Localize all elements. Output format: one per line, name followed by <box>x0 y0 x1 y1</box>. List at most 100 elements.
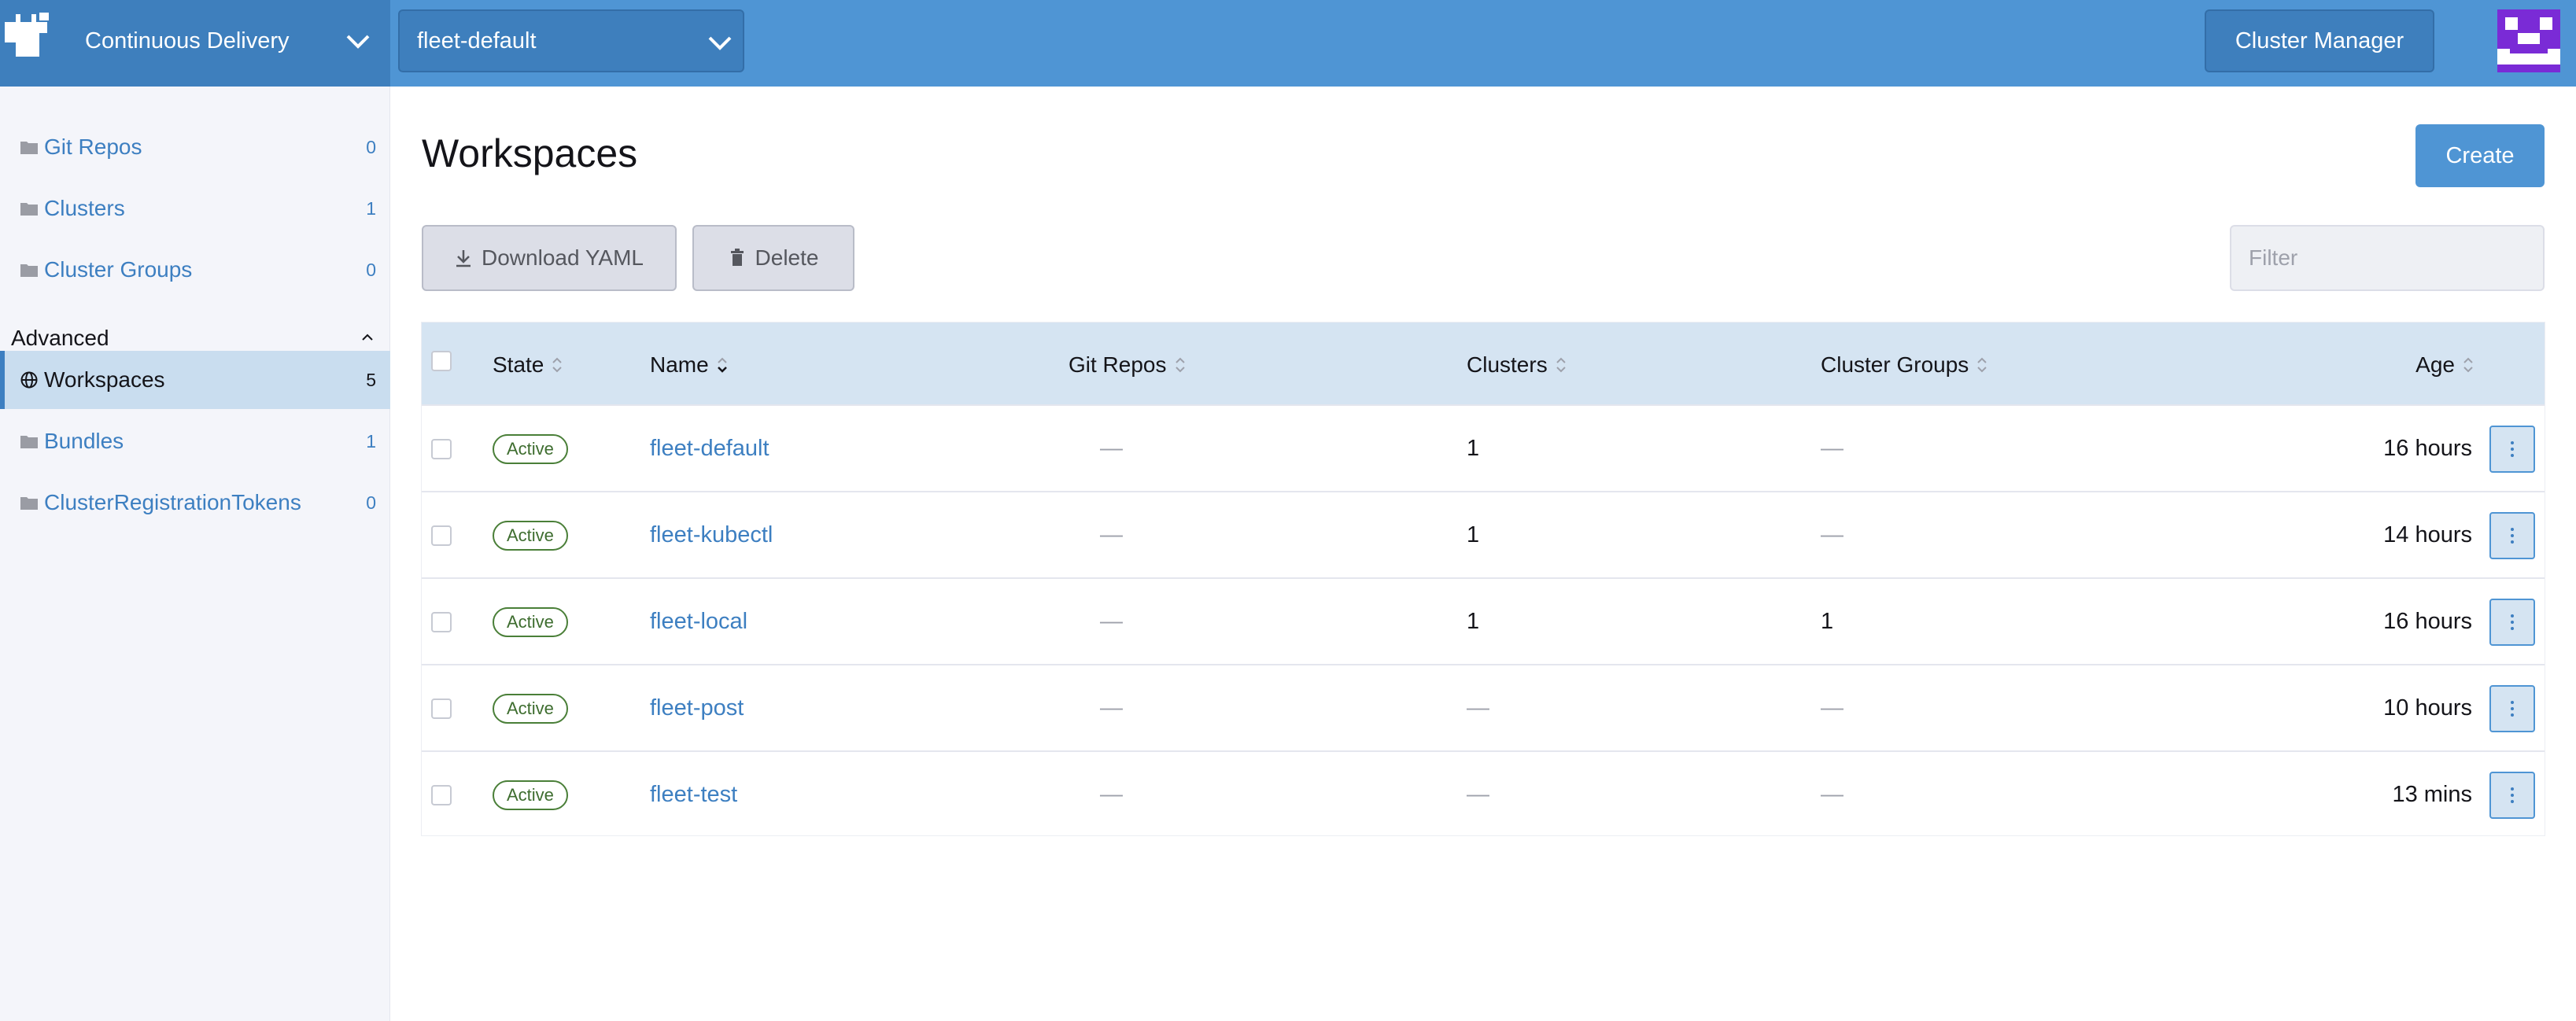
download-yaml-button[interactable]: Download YAML <box>422 225 677 291</box>
column-header-label: Age <box>2415 352 2455 377</box>
sort-icon <box>1556 357 1566 373</box>
cluster-groups-value: 1 <box>1821 609 1834 634</box>
row-actions-button[interactable] <box>2489 512 2535 559</box>
row-checkbox[interactable] <box>431 785 452 805</box>
table-row[interactable]: Active fleet-test — — — 13 mins <box>422 750 2545 837</box>
filter-input[interactable]: Filter <box>2230 225 2545 291</box>
column-header-name[interactable]: Name <box>650 352 728 378</box>
sort-icon <box>1977 357 1987 373</box>
table-row[interactable]: Active fleet-default — 1 — 16 hours <box>422 404 2545 491</box>
status-badge: Active <box>493 607 568 637</box>
fleet-logo-icon <box>5 13 49 57</box>
sidebar-item-label: ClusterRegistrationTokens <box>44 490 301 514</box>
workspace-name-link[interactable]: fleet-default <box>650 436 769 462</box>
sort-icon <box>1175 357 1185 373</box>
status-badge: Active <box>493 694 568 724</box>
table-header: State Name Git Repos Clusters Cluster Gr… <box>422 323 2545 404</box>
git-repos-value: — <box>1100 782 1123 807</box>
cluster-groups-value: — <box>1821 695 1843 721</box>
sort-icon <box>552 357 563 373</box>
sidebar-item-label: Bundles <box>44 429 124 453</box>
select-all-checkbox[interactable] <box>431 351 452 371</box>
workspaces-table: State Name Git Repos Clusters Cluster Gr… <box>422 323 2545 835</box>
sidebar-item-label: Cluster Groups <box>44 257 193 282</box>
sidebar-item-count: 0 <box>366 492 376 513</box>
folder-icon <box>20 142 38 154</box>
table-row[interactable]: Active fleet-kubectl — 1 — 14 hours <box>422 491 2545 577</box>
row-actions-button[interactable] <box>2489 599 2535 646</box>
git-repos-value: — <box>1100 609 1123 634</box>
main-content: Workspaces Create Download YAML Delete F… <box>390 87 2576 1021</box>
folder-icon <box>20 264 38 277</box>
folder-icon <box>20 203 38 216</box>
row-checkbox[interactable] <box>431 698 452 719</box>
column-header-label: State <box>493 352 544 377</box>
column-header-clusters[interactable]: Clusters <box>1467 352 1567 378</box>
download-yaml-label: Download YAML <box>482 245 644 270</box>
column-header-label: Git Repos <box>1068 352 1167 377</box>
row-actions-button[interactable] <box>2489 772 2535 819</box>
status-badge: Active <box>493 780 568 810</box>
age-value: 16 hours <box>2383 436 2472 461</box>
download-icon <box>456 250 471 267</box>
sidebar-item-git-repos[interactable]: Git Repos 0 <box>0 118 390 176</box>
workspace-name-link[interactable]: fleet-post <box>650 695 744 721</box>
sidebar-item-count: 5 <box>366 369 376 390</box>
sidebar-item-label: Git Repos <box>44 135 142 159</box>
row-checkbox[interactable] <box>431 612 452 632</box>
sidebar-item-label: Workspaces <box>44 367 165 392</box>
clusters-value: 1 <box>1467 436 1480 461</box>
column-header-label: Clusters <box>1467 352 1548 377</box>
folder-icon <box>20 497 38 510</box>
delete-label: Delete <box>755 245 819 270</box>
age-value: 16 hours <box>2383 609 2472 634</box>
workspace-select[interactable]: fleet-default <box>398 9 744 72</box>
product-switcher[interactable]: Continuous Delivery <box>0 0 390 87</box>
age-value: 10 hours <box>2383 695 2472 721</box>
kebab-menu-icon <box>2511 701 2514 717</box>
table-row[interactable]: Active fleet-local — 1 1 16 hours <box>422 577 2545 664</box>
column-header-state[interactable]: State <box>493 352 563 378</box>
column-header-cluster-groups[interactable]: Cluster Groups <box>1821 352 1987 378</box>
workspace-name-link[interactable]: fleet-test <box>650 782 737 808</box>
column-header-label: Cluster Groups <box>1821 352 1969 377</box>
workspace-select-value: fleet-default <box>417 28 537 53</box>
row-checkbox[interactable] <box>431 525 452 546</box>
cluster-groups-value: — <box>1821 522 1843 547</box>
sidebar-item-clusters[interactable]: Clusters 1 <box>0 179 390 238</box>
delete-button[interactable]: Delete <box>692 225 854 291</box>
table-row[interactable]: Active fleet-post — — — 10 hours <box>422 664 2545 750</box>
column-header-age[interactable]: Age <box>2415 352 2474 378</box>
clusters-value: — <box>1467 695 1489 721</box>
user-avatar[interactable] <box>2497 9 2560 72</box>
cluster-groups-value: — <box>1821 436 1843 461</box>
cluster-manager-button[interactable]: Cluster Manager <box>2205 9 2434 72</box>
sidebar-item-count: 0 <box>366 259 376 280</box>
kebab-menu-icon <box>2511 614 2514 630</box>
globe-icon <box>20 371 38 389</box>
sort-desc-icon <box>717 357 727 373</box>
trash-icon <box>730 249 744 266</box>
row-checkbox[interactable] <box>431 439 452 459</box>
cluster-groups-value: — <box>1821 782 1843 807</box>
sidebar-group-label: Advanced <box>11 326 109 350</box>
kebab-menu-icon <box>2511 787 2514 803</box>
git-repos-value: — <box>1100 436 1123 461</box>
create-button[interactable]: Create <box>2415 124 2545 187</box>
sidebar-item-cluster-groups[interactable]: Cluster Groups 0 <box>0 241 390 299</box>
sidebar-item-bundles[interactable]: Bundles 1 <box>0 412 390 470</box>
sidebar-item-workspaces[interactable]: Workspaces 5 <box>0 351 390 409</box>
sort-icon <box>2463 357 2473 373</box>
workspace-name-link[interactable]: fleet-local <box>650 609 747 635</box>
product-title: Continuous Delivery <box>85 28 290 53</box>
workspace-name-link[interactable]: fleet-kubectl <box>650 522 773 548</box>
sidebar-item-cluster-registration-tokens[interactable]: ClusterRegistrationTokens 0 <box>0 474 390 532</box>
sidebar: Git Repos 0 Clusters 1 Cluster Groups 0 … <box>0 87 390 1021</box>
folder-icon <box>20 436 38 448</box>
row-actions-button[interactable] <box>2489 685 2535 732</box>
kebab-menu-icon <box>2511 528 2514 544</box>
column-header-git-repos[interactable]: Git Repos <box>1068 352 1186 378</box>
row-actions-button[interactable] <box>2489 426 2535 473</box>
sidebar-item-count: 1 <box>366 430 376 452</box>
top-header: Continuous Delivery fleet-default Cluste… <box>0 0 2576 87</box>
